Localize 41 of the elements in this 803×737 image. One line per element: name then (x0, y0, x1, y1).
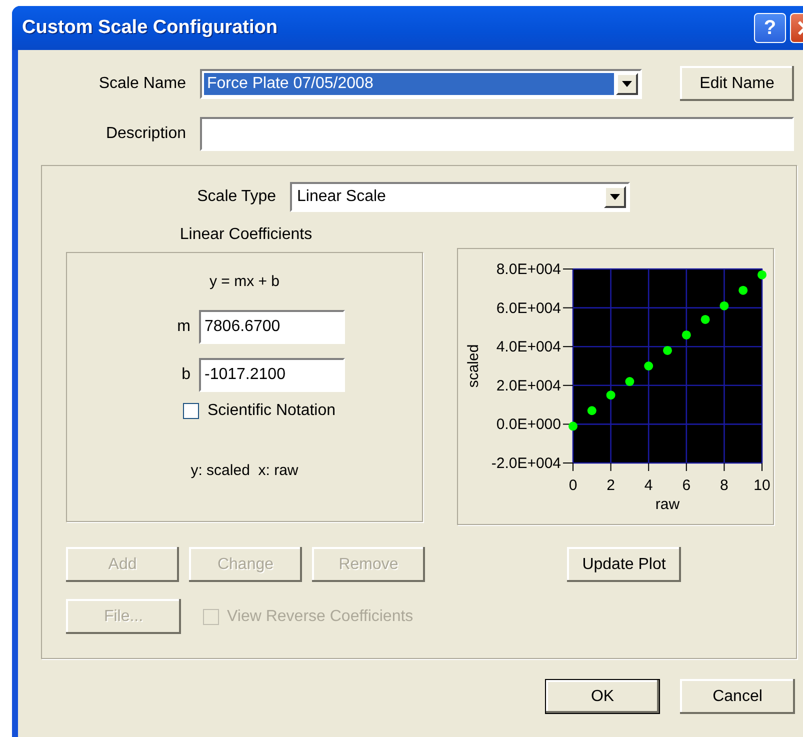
help-button[interactable]: ? (754, 13, 786, 43)
y-tick-label: 2.0E+004 (496, 377, 561, 394)
scale-name-dropdown[interactable]: Force Plate 07/05/2008 (200, 68, 642, 98)
x-tick-label: 4 (644, 477, 653, 494)
field-label: m (176, 318, 192, 336)
scale-type-dropdown[interactable]: Linear Scale (290, 182, 630, 212)
edit-name-button[interactable]: Edit Name (680, 66, 794, 101)
checkbox-label[interactable]: Scientific Notation (183, 402, 336, 420)
field-label: b (180, 366, 192, 384)
x-tick-label: 0 (568, 477, 578, 494)
axis-legend: y: scaled x: raw (190, 462, 298, 479)
y-tick-label: 0.0E+000 (496, 416, 561, 434)
y-axis-label: scaled (465, 344, 482, 388)
dropdown-button[interactable] (604, 186, 626, 208)
x-axis-label: raw (655, 496, 680, 513)
dropdown-value: Force Plate 07/05/2008 (204, 72, 614, 94)
dialog-button[interactable]: Cancel (680, 679, 795, 714)
dropdown-value: Linear Scale (296, 187, 387, 207)
dropdown-button[interactable] (616, 72, 638, 94)
checkbox[interactable] (183, 403, 200, 419)
x-tick-label: 6 (682, 477, 691, 494)
field-label: Scale Type (196, 188, 277, 206)
description-field[interactable] (200, 117, 794, 151)
y-tick-label: -2.0E+004 (491, 455, 561, 472)
y-tick-label: 4.0E+004 (496, 338, 561, 356)
equation-text: y = mx + b (209, 273, 280, 290)
y-tick-label: 6.0E+004 (496, 300, 561, 317)
coefficient-field[interactable]: -1017.2100 (198, 358, 344, 392)
x-tick-label: 8 (720, 477, 728, 494)
update-plot-button[interactable]: Update Plot (567, 547, 681, 582)
dropdown-arrow-icon (622, 80, 632, 86)
dropdown-arrow-icon (610, 194, 620, 200)
field-label: Scale Name (98, 74, 187, 92)
field-label: Description (104, 125, 187, 143)
section-heading: Linear Coefficients (178, 226, 314, 244)
x-tick-label: 2 (606, 477, 615, 494)
y-tick-label: 8.0E+004 (496, 261, 561, 278)
dialog-button[interactable]: OK (545, 679, 660, 714)
coefficient-field[interactable]: 7806.6700 (198, 310, 344, 344)
x-tick-label: 10 (754, 477, 770, 494)
window-title: Custom Scale Configuration (22, 17, 278, 39)
